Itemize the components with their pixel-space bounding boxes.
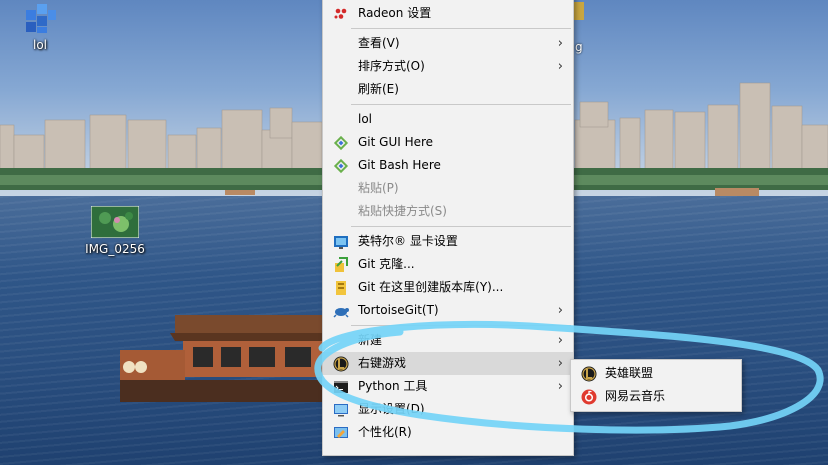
menu-item-label: Git Bash Here (358, 158, 441, 172)
cmd-icon (333, 379, 349, 395)
chevron-right-icon: › (557, 356, 563, 371)
menu-item-label: 英雄联盟 (605, 366, 654, 380)
menu-item-label: Git GUI Here (358, 135, 434, 149)
netease-music-icon (581, 389, 597, 405)
tortoisegit-repo-icon (333, 280, 349, 296)
context-menu-item-git-gui-here[interactable]: Git GUI Here (323, 131, 573, 154)
intel-graphics-icon (333, 234, 349, 250)
league-of-legends-icon (581, 366, 597, 382)
personalize-icon (333, 425, 349, 441)
menu-item-label: 刷新(E) (358, 82, 399, 96)
chevron-right-icon: › (557, 379, 563, 394)
menu-separator (351, 325, 571, 326)
menu-item-label: Git 在这里创建版本库(Y)... (358, 280, 504, 294)
git-icon (333, 158, 349, 174)
submenu-items: 英雄联盟 网易云音乐 (571, 362, 741, 408)
context-menu-item-python[interactable]: Python 工具 › (323, 375, 573, 398)
desktop-icon-label: IMG_0256 (85, 242, 145, 256)
chevron-right-icon: › (557, 333, 563, 348)
context-menu-item-tortoisegit-t[interactable]: TortoiseGit(T) › (323, 299, 573, 322)
menu-separator (351, 28, 571, 29)
cube-folder-icon (26, 4, 56, 33)
menu-item-label: 粘贴(P) (358, 181, 399, 195)
menu-item-label: Radeon 设置 (358, 6, 432, 20)
context-menu-item-lol[interactable]: lol (323, 108, 573, 131)
desktop-icon-label: lol (32, 38, 47, 52)
context-menu-item-o[interactable]: 排序方式(O) › (323, 55, 573, 78)
context-menu-item-d[interactable]: 显示设置(D) (323, 398, 573, 421)
game-icon (333, 356, 349, 372)
boat-image (120, 315, 330, 402)
tortoisegit-icon (333, 303, 349, 319)
submenu-item-item-1[interactable]: 网易云音乐 (571, 385, 741, 408)
desktop-icon-img-0256[interactable]: IMG_0256 (80, 206, 150, 256)
tortoisegit-clone-icon (333, 257, 349, 273)
menu-item-label: 排序方式(O) (358, 59, 425, 73)
desktop-icon-lol[interactable]: lol (10, 0, 70, 52)
context-menu-item-p: 粘贴(P) (323, 177, 573, 200)
submenu-item-item-0[interactable]: 英雄联盟 (571, 362, 741, 385)
menu-item-label: 查看(V) (358, 36, 400, 50)
context-menu-item-r[interactable]: 个性化(R) (323, 421, 573, 444)
menu-item-label: Git 克隆... (358, 257, 415, 271)
menu-item-label: TortoiseGit(T) (358, 303, 439, 317)
context-menu-item-radeon[interactable]: Radeon 设置 (323, 2, 573, 25)
menu-item-label: Python 工具 (358, 379, 428, 393)
context-menu-item-git[interactable]: Git 克隆... (323, 253, 573, 276)
context-menu-item-item-18[interactable]: 右键游戏 › (323, 352, 573, 375)
menu-item-label: lol (358, 112, 373, 126)
menu-item-label: 网易云音乐 (605, 389, 666, 403)
menu-item-label: 粘贴快捷方式(S) (358, 204, 447, 218)
menu-item-label: 显示设置(D) (358, 402, 425, 416)
game-submenu: 英雄联盟 网易云音乐 (570, 359, 742, 412)
chevron-right-icon: › (557, 59, 563, 74)
partial-desktop-icon-label: g (575, 40, 583, 54)
menu-item-label: 新建 (358, 333, 383, 347)
menu-item-label: 个性化(R) (358, 425, 412, 439)
image-thumbnail-icon (91, 206, 139, 238)
display-icon (333, 402, 349, 418)
partial-desktop-icon (574, 2, 584, 20)
context-menu-item-item-12[interactable]: 英特尔® 显卡设置 (323, 230, 573, 253)
git-icon (333, 135, 349, 151)
menu-separator (351, 226, 571, 227)
context-menu-item-git-bash-here[interactable]: Git Bash Here (323, 154, 573, 177)
menu-item-label: 右键游戏 (358, 356, 407, 370)
menu-item-label: 英特尔® 显卡设置 (358, 234, 458, 248)
context-menu-item-e[interactable]: 刷新(E) (323, 78, 573, 101)
menu-separator (351, 104, 571, 105)
radeon-icon (333, 6, 349, 22)
context-menu-item-git-y[interactable]: Git 在这里创建版本库(Y)... (323, 276, 573, 299)
desktop-context-menu: Radeon 设置 查看(V) › 排序方式(O) › 刷新(E) lol Git GUI H… (322, 0, 574, 456)
context-menu-items: Radeon 设置 查看(V) › 排序方式(O) › 刷新(E) lol Git GUI H… (323, 2, 573, 444)
context-menu-item-v[interactable]: 查看(V) › (323, 32, 573, 55)
context-menu-item-s: 粘贴快捷方式(S) (323, 200, 573, 223)
chevron-right-icon: › (557, 303, 563, 318)
context-menu-item-item-17[interactable]: 新建 › (323, 329, 573, 352)
chevron-right-icon: › (557, 36, 563, 51)
